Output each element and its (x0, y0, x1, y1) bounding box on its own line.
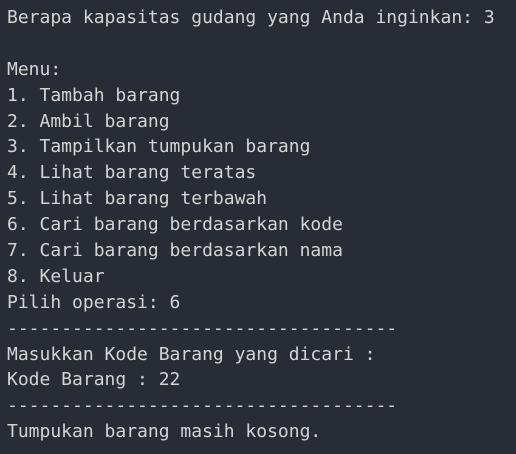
menu-item-exit: 8. Keluar (7, 265, 105, 287)
menu-item-search-name: 7. Cari barang berdasarkan nama (7, 240, 343, 262)
menu-item-take: 2. Ambil barang (7, 110, 170, 132)
menu-item-view-bottom: 5. Lihat barang terbawah (7, 188, 268, 210)
menu-item-search-code: 6. Cari barang berdasarkan kode (7, 214, 343, 236)
separator: ------------------------------------ (7, 395, 398, 417)
menu-heading: Menu: (7, 58, 62, 80)
search-code-prompt: Masukkan Kode Barang yang dicari : (7, 343, 376, 365)
capacity-prompt: Berapa kapasitas gudang yang Anda ingink… (7, 7, 495, 28)
result-message: Tumpukan barang masih kosong. (7, 421, 322, 443)
menu-item-view-top: 4. Lihat barang teratas (7, 162, 257, 184)
menu-item-add: 1. Tambah barang (7, 84, 181, 106)
separator: ------------------------------------ (7, 317, 398, 339)
terminal-output[interactable]: Berapa kapasitas gudang yang Anda ingink… (0, 0, 516, 454)
menu-item-show-stack: 3. Tampilkan tumpukan barang (7, 136, 311, 158)
operation-prompt: Pilih operasi: 6 (7, 291, 181, 313)
item-code-input: Kode Barang : 22 (7, 369, 181, 391)
